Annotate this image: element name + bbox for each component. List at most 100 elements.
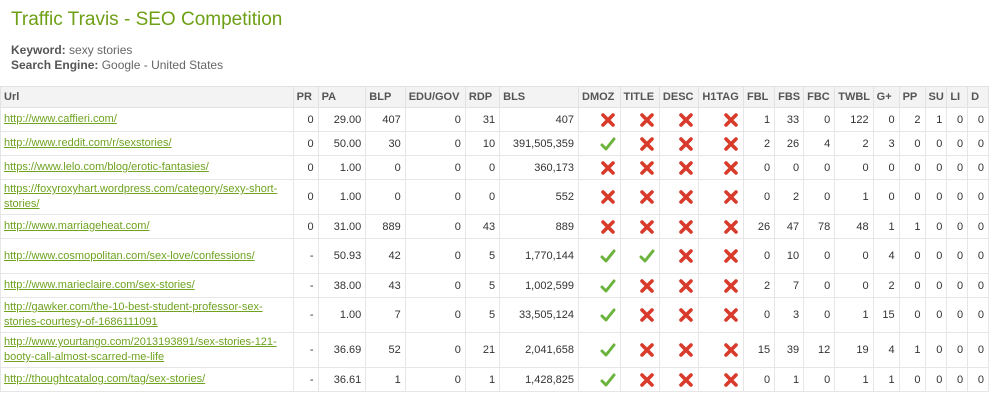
- column-header-fbl[interactable]: FBL: [742, 86, 776, 108]
- gplus-cell: 0: [872, 107, 900, 132]
- column-header-bls[interactable]: BLS: [499, 86, 579, 108]
- dmoz-cell: [578, 155, 621, 180]
- table-header-row: Url PR PA BLP EDU/GOV RDP BLS DMOZ TITLE DESC H1TA…: [0, 86, 989, 108]
- column-header-pr[interactable]: PR: [292, 86, 319, 108]
- table-row[interactable]: http://www.marieclaire.com/sex-stories/ -…: [0, 273, 989, 298]
- column-header-pp[interactable]: PP: [898, 86, 926, 108]
- table-body: http://www.caffieri.com/0 29.00 407 0 31 407 1…: [0, 107, 989, 392]
- desc-cell: [658, 214, 700, 239]
- gplus-cell: 0: [872, 155, 900, 180]
- h1tag-cell: [698, 214, 744, 239]
- url-link[interactable]: https://foxyroxyhart.wordpress.com/categ…: [4, 183, 277, 210]
- pp-cell: 0: [898, 367, 926, 392]
- table-row[interactable]: http://thoughtcatalog.com/tag/sex-storie…: [0, 367, 989, 392]
- dmoz-cell: [578, 332, 621, 368]
- table-row[interactable]: http://www.marriageheat.com/0 31.00 889 0 43…: [0, 214, 989, 239]
- search-meta: Keyword: sexy stories Search Engine: Goo…: [11, 43, 223, 73]
- column-header-d[interactable]: D: [967, 86, 989, 108]
- twbl-cell: 1: [834, 367, 874, 392]
- blp-cell: 52: [365, 332, 406, 368]
- fbl-cell: 0: [742, 238, 776, 274]
- url-link[interactable]: http://thoughtcatalog.com/tag/sex-storie…: [4, 373, 205, 385]
- h1tag-cell: [698, 155, 744, 180]
- cross-icon: [724, 160, 738, 175]
- d-cell: 0: [967, 107, 989, 132]
- edu-gov-cell: 0: [404, 238, 466, 274]
- url-cell: http://thoughtcatalog.com/tag/sex-storie…: [0, 367, 294, 392]
- edu-gov-cell: 0: [404, 214, 466, 239]
- table-row[interactable]: http://www.caffieri.com/0 29.00 407 0 31 407 1…: [0, 107, 989, 132]
- li-cell: 0: [946, 214, 969, 239]
- table-row[interactable]: http://www.cosmopolitan.com/sex-love/con…: [0, 238, 989, 274]
- pr-cell: 0: [292, 107, 319, 132]
- cross-icon: [724, 190, 738, 204]
- li-cell: 0: [946, 297, 969, 333]
- column-header-twbl[interactable]: TWBL: [834, 86, 874, 108]
- table-row[interactable]: https://www.lelo.com/blog/erotic-fantasi…: [0, 155, 989, 180]
- column-header-fbc[interactable]: FBC: [803, 86, 836, 108]
- column-header-h1tag[interactable]: H1TAG: [698, 86, 744, 108]
- table-row[interactable]: http://www.yourtango.com/2013193891/sex-…: [0, 332, 989, 368]
- column-header-title[interactable]: TITLE: [619, 86, 660, 108]
- blp-cell: 407: [365, 107, 406, 132]
- bls-cell: 1,002,599: [499, 273, 579, 298]
- cross-icon: [679, 372, 694, 387]
- url-cell: https://www.lelo.com/blog/erotic-fantasi…: [0, 155, 294, 180]
- url-link[interactable]: http://gawker.com/the-10-best-student-pr…: [4, 301, 263, 328]
- url-link[interactable]: http://www.cosmopolitan.com/sex-love/con…: [4, 250, 255, 262]
- column-header-pa[interactable]: PA: [317, 86, 367, 108]
- column-header-rdp[interactable]: RDP: [464, 86, 501, 108]
- table-row[interactable]: http://gawker.com/the-10-best-student-pr…: [0, 297, 989, 333]
- d-cell: 0: [967, 179, 989, 215]
- d-cell: 0: [967, 214, 989, 239]
- edu-gov-cell: 0: [404, 297, 466, 333]
- edu-gov-cell: 0: [404, 332, 466, 368]
- li-cell: 0: [946, 155, 969, 180]
- gplus-cell: 3: [872, 131, 900, 156]
- edu-gov-cell: 0: [404, 107, 466, 132]
- column-header-g-[interactable]: G+: [872, 86, 900, 108]
- li-cell: 0: [946, 273, 969, 298]
- title-cell: [619, 107, 660, 132]
- dmoz-cell: [578, 107, 621, 132]
- url-link[interactable]: http://www.marriageheat.com/: [4, 220, 150, 232]
- page-title: Traffic Travis - SEO Competition: [11, 9, 283, 30]
- url-link[interactable]: http://www.yourtango.com/2013193891/sex-…: [4, 336, 277, 363]
- table-row[interactable]: https://foxyroxyhart.wordpress.com/categ…: [0, 179, 989, 215]
- su-cell: 0: [924, 367, 948, 392]
- column-header-desc[interactable]: DESC: [658, 86, 700, 108]
- pp-cell: 0: [898, 273, 926, 298]
- twbl-cell: 1: [834, 179, 874, 215]
- su-cell: 0: [924, 238, 948, 274]
- twbl-cell: 0: [834, 238, 874, 274]
- title-cell: [619, 179, 660, 215]
- bls-cell: 407: [499, 107, 579, 132]
- cross-icon: [640, 190, 654, 204]
- gplus-cell: 0: [872, 179, 900, 215]
- blp-cell: 42: [365, 238, 406, 274]
- column-header-dmoz[interactable]: DMOZ: [578, 86, 621, 108]
- column-header-li[interactable]: LI: [946, 86, 969, 108]
- column-header-edu-gov[interactable]: EDU/GOV: [404, 86, 466, 108]
- cross-icon: [679, 136, 694, 151]
- desc-cell: [658, 107, 700, 132]
- fbc-cell: 12: [803, 332, 836, 368]
- column-header-blp[interactable]: BLP: [365, 86, 406, 108]
- url-link[interactable]: https://www.lelo.com/blog/erotic-fantasi…: [4, 161, 209, 173]
- url-link[interactable]: http://www.marieclaire.com/sex-stories/: [4, 279, 195, 291]
- bls-cell: 391,505,359: [499, 131, 579, 156]
- dmoz-cell: [578, 297, 621, 333]
- cross-icon: [640, 160, 654, 175]
- column-header-url[interactable]: Url: [0, 86, 294, 108]
- url-link[interactable]: http://www.caffieri.com/: [4, 113, 117, 125]
- h1tag-cell: [698, 367, 744, 392]
- pa-cell: 1.00: [317, 297, 367, 333]
- cross-icon: [640, 308, 654, 322]
- column-header-fbs[interactable]: FBS: [774, 86, 805, 108]
- cross-icon: [724, 278, 738, 293]
- column-header-su[interactable]: SU: [924, 86, 948, 108]
- table-row[interactable]: http://www.reddit.com/r/sexstories/0 50.0…: [0, 131, 989, 156]
- url-cell: http://www.caffieri.com/: [0, 107, 294, 132]
- bls-cell: 889: [499, 214, 579, 239]
- url-link[interactable]: http://www.reddit.com/r/sexstories/: [4, 137, 172, 149]
